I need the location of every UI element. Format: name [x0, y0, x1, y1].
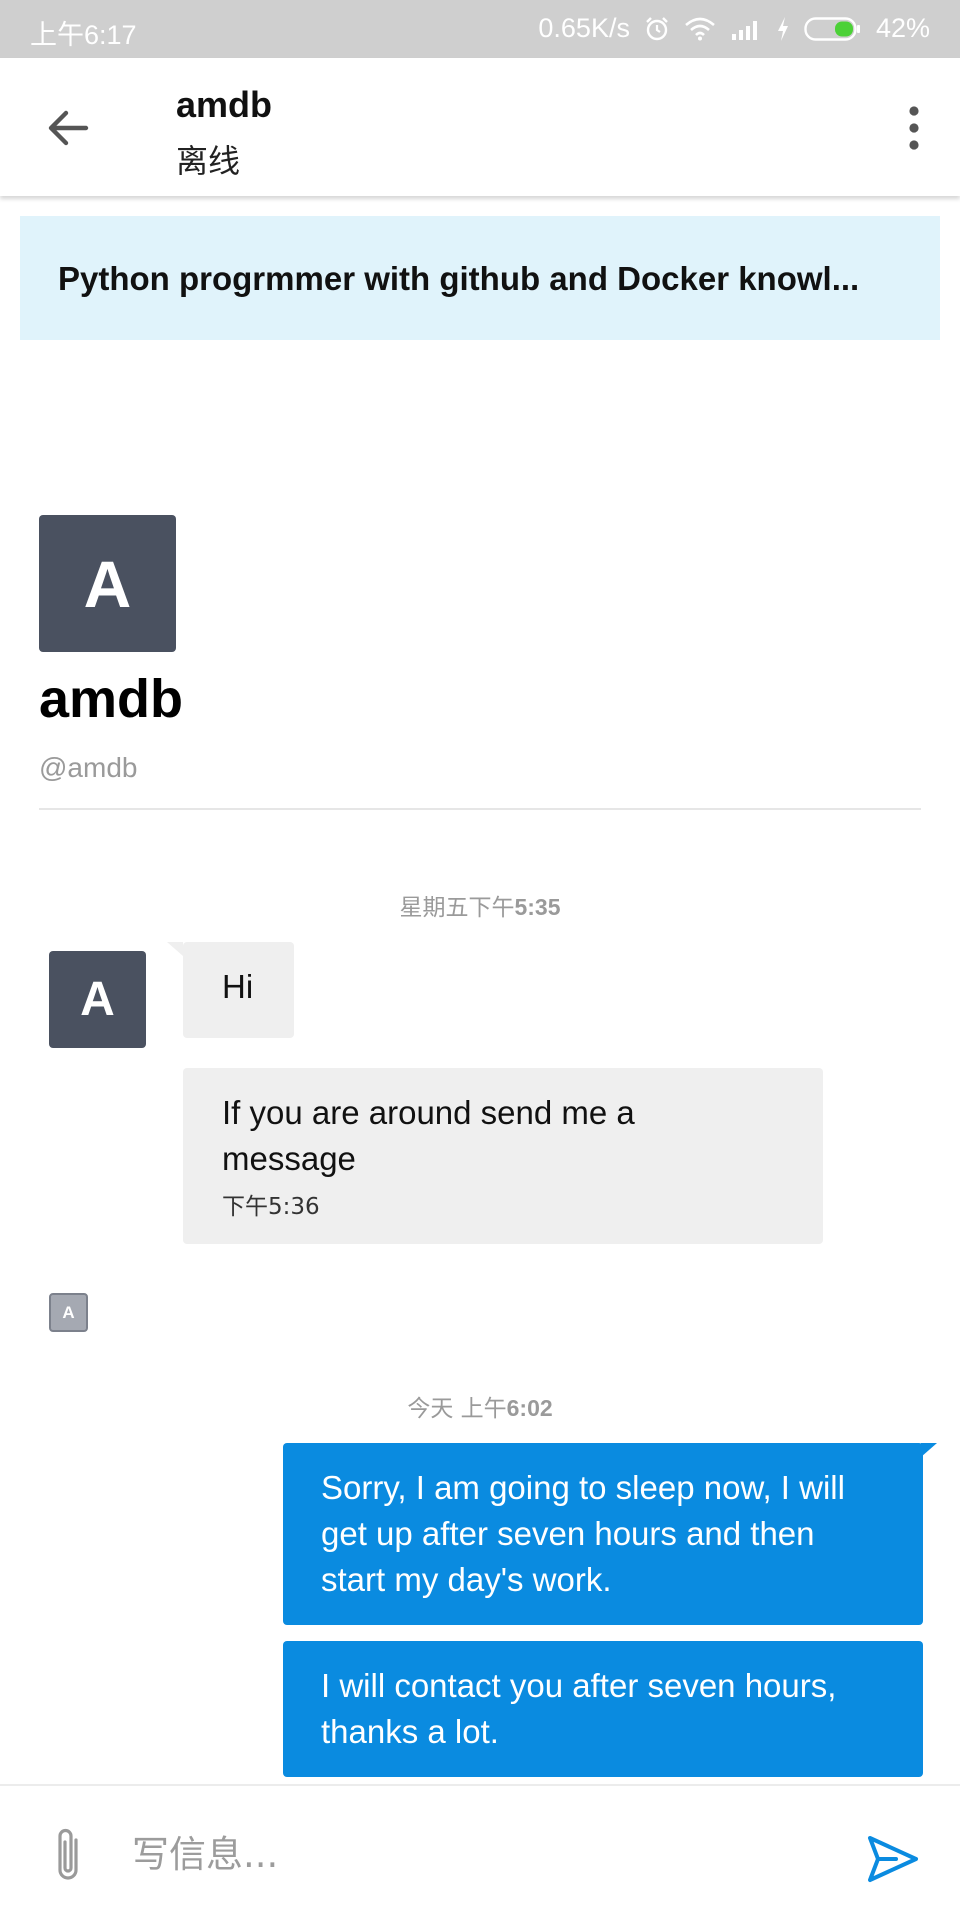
- wifi-icon: [684, 17, 716, 41]
- outgoing-message[interactable]: I will contact you after seven hours, th…: [283, 1641, 923, 1777]
- more-vertical-icon[interactable]: [902, 102, 926, 154]
- profile-name: amdb: [39, 669, 184, 729]
- sender-avatar[interactable]: A: [49, 951, 146, 1048]
- charging-icon: [776, 16, 790, 42]
- date-separator-time: 5:35: [514, 894, 561, 920]
- message-composer: [0, 1784, 960, 1920]
- date-separator: 星期五下午5:35: [0, 888, 960, 922]
- message-text-line: get up after seven hours and then: [321, 1515, 815, 1552]
- bubble-tail: [167, 942, 183, 956]
- chat-title: amdb: [176, 84, 273, 125]
- message-text-line: thanks a lot.: [321, 1713, 499, 1750]
- message-text-line: If you are around send me a: [222, 1094, 635, 1131]
- paperclip-icon[interactable]: [50, 1826, 86, 1886]
- message-text-line: start my day's work.: [321, 1561, 612, 1598]
- incoming-message[interactable]: If you are around send me a message 下午5:…: [183, 1068, 823, 1244]
- sender-avatar-letter: A: [80, 973, 115, 1026]
- bubble-tail: [921, 1443, 937, 1457]
- profile-avatar[interactable]: A: [39, 515, 176, 652]
- message-text-line: message: [222, 1140, 356, 1177]
- profile-divider: [39, 808, 921, 810]
- battery-percent: 42%: [875, 13, 930, 43]
- profile-handle: @amdb: [39, 752, 138, 783]
- message-text-line: I will contact you after seven hours,: [321, 1667, 837, 1704]
- date-separator-label: 今天 上午: [407, 1396, 507, 1422]
- profile-avatar-letter: A: [83, 546, 132, 621]
- status-right: 0.65K/s 42%: [538, 13, 930, 44]
- outgoing-message[interactable]: Sorry, I am going to sleep now, I will g…: [283, 1443, 937, 1625]
- read-receipt-avatar: A: [49, 1293, 88, 1332]
- date-separator-time: 6:02: [506, 1395, 553, 1421]
- date-separator: 今天 上午6:02: [0, 1389, 960, 1423]
- signal-icon: [730, 17, 762, 41]
- bio-banner[interactable]: Python progrmmer with github and Docker …: [20, 216, 940, 340]
- bio-banner-text: Python progrmmer with github and Docker …: [58, 260, 860, 297]
- read-receipt-letter: A: [62, 1302, 75, 1322]
- presence-status: 离线: [176, 142, 241, 180]
- net-speed: 0.65K/s: [538, 13, 630, 43]
- message-input[interactable]: [132, 1822, 812, 1886]
- status-bar: 上午6:17 0.65K/s 42%: [0, 0, 960, 58]
- status-time: 上午6:17: [30, 20, 137, 50]
- app-bar: amdb 离线: [0, 58, 960, 196]
- message-text: Hi: [222, 968, 254, 1005]
- send-icon[interactable]: [866, 1834, 920, 1884]
- battery-icon: [804, 16, 862, 42]
- date-separator-label: 星期五下午: [399, 895, 515, 921]
- incoming-message[interactable]: Hi: [167, 942, 294, 1038]
- message-timestamp: 下午5:36: [222, 1194, 320, 1220]
- message-text-line: Sorry, I am going to sleep now, I will: [321, 1469, 845, 1506]
- alarm-icon: [644, 16, 670, 42]
- back-arrow-icon[interactable]: [42, 102, 94, 154]
